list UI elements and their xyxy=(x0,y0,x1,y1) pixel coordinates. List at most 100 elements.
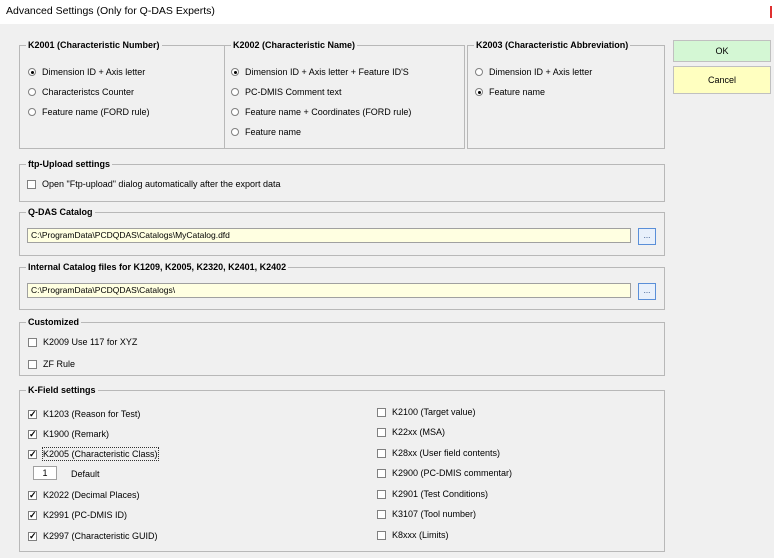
internal-catalog-label: Internal Catalog files for K1209, K2005,… xyxy=(26,261,289,273)
checkbox-icon[interactable] xyxy=(377,489,386,499)
ftp-upload-group: ftp-Upload settings Open "Ftp-upload" di… xyxy=(19,158,665,202)
option-label: Dimension ID + Axis letter xyxy=(489,67,593,77)
option-label: Feature name (FORD rule) xyxy=(42,107,150,117)
k1900-option[interactable]: ✓ K1900 (Remark) xyxy=(28,428,109,440)
internal-catalog-path-field[interactable]: C:\ProgramData\PCDQDAS\Catalogs\ xyxy=(27,283,631,298)
option-label: K2022 (Decimal Places) xyxy=(43,490,140,500)
cancel-button[interactable]: Cancel xyxy=(673,66,771,94)
k2001-label: K2001 (Characteristic Number) xyxy=(26,39,162,51)
checkbox-checked-icon[interactable]: ✓ xyxy=(28,531,37,541)
customized-group: Customized K2009 Use 117 for XYZ ZF Rule xyxy=(19,316,665,376)
k2001-option-dimension-axis[interactable]: Dimension ID + Axis letter xyxy=(28,66,145,78)
k2003-group: K2003 (Characteristic Abbreviation) Dime… xyxy=(467,39,665,149)
checkbox-checked-icon[interactable]: ✓ xyxy=(28,429,37,439)
k28xx-option[interactable]: K28xx (User field contents) xyxy=(377,447,500,459)
option-label: K2900 (PC-DMIS commentar) xyxy=(392,468,513,478)
k2005-default-label: Default xyxy=(71,469,100,479)
k2005-option[interactable]: ✓ K2005 (Characteristic Class) xyxy=(28,447,159,461)
catalog-browse-button[interactable]: ... xyxy=(638,228,656,245)
k2003-option-feature-name[interactable]: Feature name xyxy=(475,86,545,98)
option-label: K2005 (Characteristic Class) xyxy=(42,447,159,461)
option-label: Feature name + Coordinates (FORD rule) xyxy=(245,107,412,117)
k2002-group: K2002 (Characteristic Name) Dimension ID… xyxy=(224,39,465,149)
k2001-option-counter[interactable]: Characteristcs Counter xyxy=(28,86,134,98)
k2002-option-feature-name[interactable]: Feature name xyxy=(231,126,301,138)
checkbox-checked-icon[interactable]: ✓ xyxy=(28,510,37,520)
k2009-option[interactable]: K2009 Use 117 for XYZ xyxy=(28,336,137,348)
checkbox-checked-icon[interactable]: ✓ xyxy=(28,490,37,500)
checkbox-icon[interactable] xyxy=(377,427,386,437)
radio-selected-icon[interactable] xyxy=(475,88,483,96)
option-label: Dimension ID + Axis letter xyxy=(42,67,146,77)
k2003-option-dimension-axis[interactable]: Dimension ID + Axis letter xyxy=(475,66,592,78)
checkbox-checked-icon[interactable]: ✓ xyxy=(28,449,37,459)
ftp-upload-auto-option[interactable]: Open "Ftp-upload" dialog automatically a… xyxy=(27,178,281,190)
checkbox-icon[interactable] xyxy=(27,179,36,189)
option-label: K2991 (PC-DMIS ID) xyxy=(43,510,128,520)
qdas-catalog-label: Q-DAS Catalog xyxy=(26,206,95,218)
zf-rule-option[interactable]: ZF Rule xyxy=(28,358,75,370)
title-bar: Advanced Settings (Only for Q-DAS Expert… xyxy=(0,0,774,21)
option-label: Characteristcs Counter xyxy=(42,87,135,97)
k2991-option[interactable]: ✓ K2991 (PC-DMIS ID) xyxy=(28,509,127,521)
k-field-label: K-Field settings xyxy=(26,384,98,396)
option-label: K22xx (MSA) xyxy=(392,427,446,437)
option-label: PC-DMIS Comment text xyxy=(245,87,342,97)
option-label: K28xx (User field contents) xyxy=(392,448,501,458)
k2003-label: K2003 (Characteristic Abbreviation) xyxy=(474,39,631,51)
k2901-option[interactable]: K2901 (Test Conditions) xyxy=(377,488,488,500)
option-label: K1203 (Reason for Test) xyxy=(43,409,141,419)
option-label: K2100 (Target value) xyxy=(392,407,476,417)
checkbox-icon[interactable] xyxy=(377,407,386,417)
k2022-option[interactable]: ✓ K2022 (Decimal Places) xyxy=(28,489,140,501)
radio-icon[interactable] xyxy=(231,88,239,96)
checkbox-icon[interactable] xyxy=(28,359,37,369)
radio-icon[interactable] xyxy=(28,88,36,96)
option-label: K2997 (Characteristic GUID) xyxy=(43,531,158,541)
option-label: Feature name xyxy=(245,127,302,137)
window-title: Advanced Settings (Only for Q-DAS Expert… xyxy=(6,5,215,17)
customized-label: Customized xyxy=(26,316,82,328)
option-label: K8xxx (Limits) xyxy=(392,530,449,540)
k22xx-option[interactable]: K22xx (MSA) xyxy=(377,426,445,438)
k2001-group: K2001 (Characteristic Number) Dimension … xyxy=(19,39,225,149)
checkbox-icon[interactable] xyxy=(377,468,386,478)
k2005-default-input[interactable]: 1 xyxy=(33,466,57,480)
k2900-option[interactable]: K2900 (PC-DMIS commentar) xyxy=(377,467,512,479)
k1203-option[interactable]: ✓ K1203 (Reason for Test) xyxy=(28,408,140,420)
radio-selected-icon[interactable] xyxy=(28,68,36,76)
option-label: K2901 (Test Conditions) xyxy=(392,489,489,499)
checkbox-icon[interactable] xyxy=(28,337,37,347)
ok-button[interactable]: OK xyxy=(673,40,771,62)
k8xxx-option[interactable]: K8xxx (Limits) xyxy=(377,529,449,541)
radio-icon[interactable] xyxy=(231,128,239,136)
close-indicator[interactable] xyxy=(770,6,772,18)
k2100-option[interactable]: K2100 (Target value) xyxy=(377,406,476,418)
option-label: Feature name xyxy=(489,87,546,97)
k3107-option[interactable]: K3107 (Tool number) xyxy=(377,508,476,520)
k2002-option-comment[interactable]: PC-DMIS Comment text xyxy=(231,86,342,98)
checkbox-icon[interactable] xyxy=(377,530,386,540)
checkbox-icon[interactable] xyxy=(377,509,386,519)
k-field-group: K-Field settings ✓ K1203 (Reason for Tes… xyxy=(19,384,665,552)
option-label: ZF Rule xyxy=(43,359,76,369)
radio-icon[interactable] xyxy=(231,108,239,116)
ftp-upload-label: ftp-Upload settings xyxy=(26,158,112,170)
k2001-option-ford[interactable]: Feature name (FORD rule) xyxy=(28,106,150,118)
k2002-option-ford[interactable]: Feature name + Coordinates (FORD rule) xyxy=(231,106,411,118)
catalog-path-field[interactable]: C:\ProgramData\PCDQDAS\Catalogs\MyCatalo… xyxy=(27,228,631,243)
radio-selected-icon[interactable] xyxy=(231,68,239,76)
k2002-label: K2002 (Characteristic Name) xyxy=(231,39,358,51)
option-label: Dimension ID + Axis letter + Feature ID'… xyxy=(245,67,409,77)
option-label: K3107 (Tool number) xyxy=(392,509,477,519)
radio-icon[interactable] xyxy=(475,68,483,76)
checkbox-checked-icon[interactable]: ✓ xyxy=(28,409,37,419)
checkbox-icon[interactable] xyxy=(377,448,386,458)
k2997-option[interactable]: ✓ K2997 (Characteristic GUID) xyxy=(28,530,158,542)
option-label: K1900 (Remark) xyxy=(43,429,110,439)
k2002-option-dimension-axis-feature[interactable]: Dimension ID + Axis letter + Feature ID'… xyxy=(231,66,409,78)
option-label: Open "Ftp-upload" dialog automatically a… xyxy=(42,179,281,189)
radio-icon[interactable] xyxy=(28,108,36,116)
option-label: K2009 Use 117 for XYZ xyxy=(43,337,138,347)
internal-catalog-browse-button[interactable]: ... xyxy=(638,283,656,300)
